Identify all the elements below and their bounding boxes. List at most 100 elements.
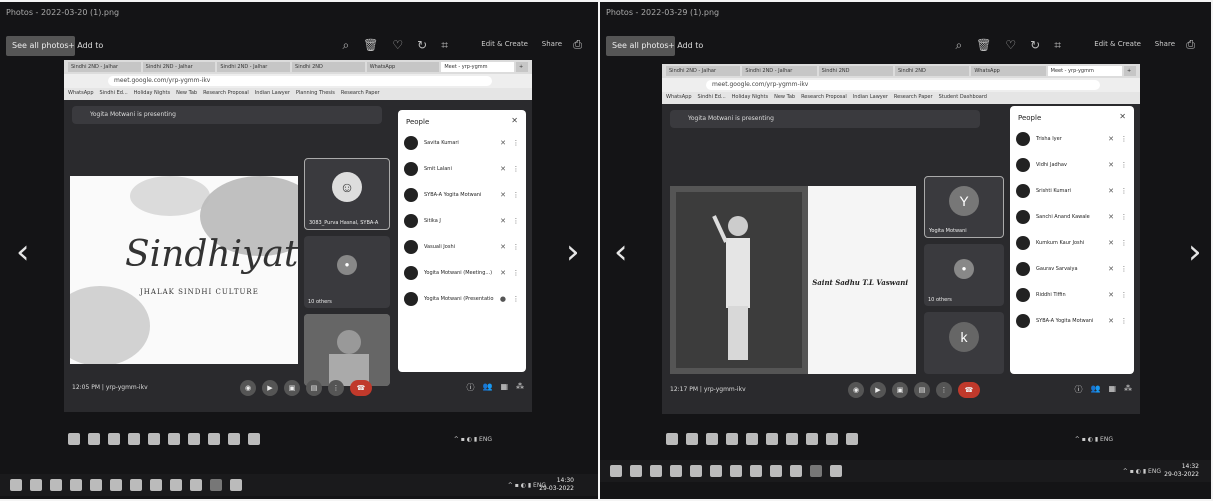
more-icon[interactable]: ⋮ [1120, 213, 1128, 221]
browser-tab[interactable]: Sindhi 2ND [292, 62, 365, 72]
browser-tab[interactable]: Sindhi 2ND - Jalhar [217, 62, 291, 72]
app-icon[interactable] [168, 433, 180, 445]
prev-photo-icon[interactable]: ‹ [614, 232, 628, 272]
more-icon[interactable]: ⋮ [512, 269, 520, 277]
next-photo-icon[interactable]: › [1188, 232, 1202, 272]
url-field[interactable]: meet.google.com/yrp-ygmm-ikv [706, 80, 1100, 90]
more-icon[interactable]: ⋮ [512, 165, 520, 173]
zoom-icon[interactable]: ⌕ [342, 38, 349, 53]
browser-tab[interactable]: Sindhi 2ND - Jalhar [68, 62, 141, 72]
info-icon[interactable]: ⓘ [466, 382, 474, 393]
participant-row[interactable]: Vidhi Jadhav ✕ ⋮ [1010, 152, 1134, 178]
mic-button[interactable]: ◉ [240, 380, 256, 396]
browser-tab-active[interactable]: Meet - yrp-ygmm [1047, 66, 1122, 76]
bookmark-item[interactable]: Sindhi Ed... [100, 90, 128, 98]
search-icon[interactable] [630, 465, 642, 477]
prev-photo-icon[interactable]: ‹ [16, 232, 30, 272]
app-icon[interactable] [130, 479, 142, 491]
participant-row[interactable]: SYBA-A Yogita Motwani ✕ ⋮ [398, 182, 526, 208]
print-icon[interactable]: ⎙ [1186, 38, 1195, 52]
bookmark-item[interactable]: Sindhi Ed... [698, 94, 726, 102]
app-icon[interactable] [90, 479, 102, 491]
participant-tile[interactable]: ☺ 3083_Purva Hasnal, SYBA-A [304, 158, 390, 230]
bookmark-item[interactable]: Planning Thesis [296, 90, 335, 98]
app-icon[interactable] [790, 465, 802, 477]
info-icon[interactable]: ⓘ [1074, 384, 1082, 395]
see-all-photos-button[interactable]: See all photos [606, 36, 675, 56]
share-button[interactable]: Share [1155, 40, 1175, 48]
more-icon[interactable]: ⋮ [1120, 135, 1128, 143]
favorite-icon[interactable]: ♡ [392, 38, 403, 53]
participant-row[interactable]: Gaurav Sarvaiya ✕ ⋮ [1010, 256, 1134, 282]
more-icon[interactable]: ⋮ [1120, 187, 1128, 195]
print-icon[interactable]: ⎙ [573, 38, 582, 52]
browser-tab-active[interactable]: Meet - yrp-ygmm [441, 62, 515, 72]
start-icon[interactable] [10, 479, 22, 491]
activities-icon[interactable]: ⁂ [516, 382, 524, 393]
bookmark-item[interactable]: WhatsApp [68, 90, 94, 98]
crop-icon[interactable]: ⌗ [1054, 38, 1061, 53]
more-icon[interactable]: ⋮ [512, 191, 520, 199]
photos-app-icon[interactable] [210, 479, 222, 491]
participant-row[interactable]: Yogita Motwani (Meeting...) ✕ ⋮ [398, 260, 526, 286]
chat-icon[interactable]: ▦ [1108, 384, 1116, 395]
camera-button[interactable]: ▶ [870, 382, 886, 398]
bookmark-item[interactable]: WhatsApp [666, 94, 692, 102]
more-icon[interactable]: ⋮ [512, 295, 520, 303]
edit-create-button[interactable]: Edit & Create [1094, 40, 1141, 48]
app-icon[interactable] [170, 479, 182, 491]
app-icon[interactable] [208, 433, 220, 445]
participant-row[interactable]: Sanchi Anand Kawale ✕ ⋮ [1010, 204, 1134, 230]
participant-tile[interactable]: k [924, 312, 1004, 374]
bookmark-item[interactable]: Holiday Nights [732, 94, 768, 102]
see-all-photos-button[interactable]: See all photos [6, 36, 75, 56]
app-icon[interactable] [190, 479, 202, 491]
taskview-icon[interactable] [108, 433, 120, 445]
present-button[interactable]: ▤ [914, 382, 930, 398]
captions-button[interactable]: ▣ [284, 380, 300, 396]
participant-row[interactable]: Riddhi Tiffin ✕ ⋮ [1010, 282, 1134, 308]
camera-button[interactable]: ▶ [262, 380, 278, 396]
more-icon[interactable]: ⋮ [512, 217, 520, 225]
others-tile[interactable]: ● 10 others [304, 236, 390, 308]
browser-tab[interactable]: Sindhi 2ND [818, 66, 893, 76]
start-icon[interactable] [610, 465, 622, 477]
bookmark-item[interactable]: Student Dashboard [939, 94, 987, 102]
start-icon[interactable] [68, 433, 80, 445]
favorite-icon[interactable]: ♡ [1005, 38, 1016, 53]
app-icon[interactable] [806, 433, 818, 445]
more-icon[interactable]: ⋮ [1120, 239, 1128, 247]
new-tab-button[interactable]: + [1123, 66, 1136, 76]
browser-tab[interactable]: WhatsApp [366, 62, 440, 72]
app-icon[interactable] [690, 465, 702, 477]
participant-row[interactable]: SYBA-A Yogita Motwani ✕ ⋮ [1010, 308, 1134, 334]
edit-create-button[interactable]: Edit & Create [481, 40, 528, 48]
app-icon[interactable] [228, 433, 240, 445]
end-call-button[interactable]: ☎ [958, 382, 980, 398]
crop-icon[interactable]: ⌗ [441, 38, 448, 53]
bookmark-item[interactable]: Research Proposal [203, 90, 249, 98]
app-icon[interactable] [670, 465, 682, 477]
bookmark-item[interactable]: New Tab [774, 94, 795, 102]
share-button[interactable]: Share [542, 40, 562, 48]
app-icon[interactable] [766, 433, 778, 445]
bookmark-item[interactable]: Indian Lawyer [853, 94, 888, 102]
end-call-button[interactable]: ☎ [350, 380, 372, 396]
present-button[interactable]: ▤ [306, 380, 322, 396]
more-options-button[interactable]: ⋮ [936, 382, 952, 398]
more-icon[interactable]: ⋮ [1120, 265, 1128, 273]
app-icon[interactable] [846, 433, 858, 445]
search-icon[interactable] [30, 479, 42, 491]
url-field[interactable]: meet.google.com/yrp-ygmm-ikv [108, 76, 492, 86]
app-icon[interactable] [830, 465, 842, 477]
more-options-button[interactable]: ⋮ [328, 380, 344, 396]
more-icon[interactable]: ⋮ [512, 139, 520, 147]
start-icon[interactable] [666, 433, 678, 445]
next-photo-icon[interactable]: › [566, 232, 580, 272]
close-icon[interactable]: ✕ [1119, 112, 1126, 121]
more-icon[interactable]: ⋮ [1120, 317, 1128, 325]
others-tile[interactable]: ● 10 others [924, 244, 1004, 306]
participant-row[interactable]: Kumkum Kaur Joshi ✕ ⋮ [1010, 230, 1134, 256]
bookmark-item[interactable]: Indian Lawyer [255, 90, 290, 98]
zoom-icon[interactable]: ⌕ [955, 38, 962, 53]
